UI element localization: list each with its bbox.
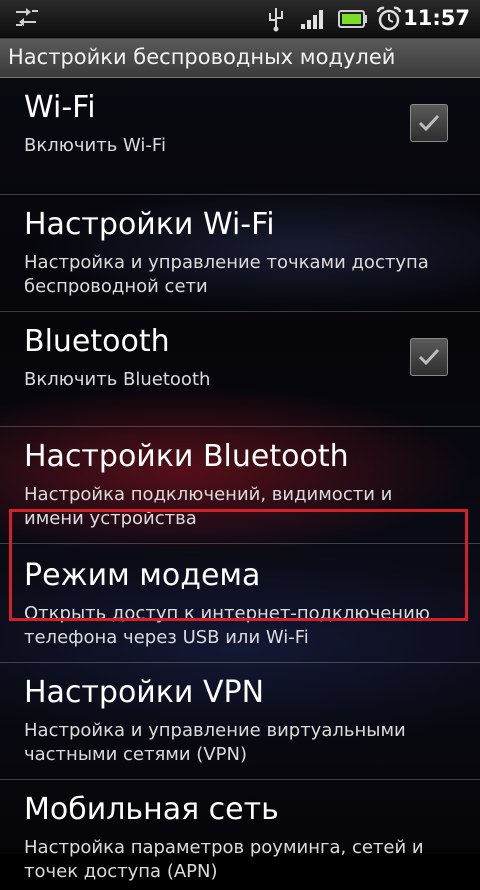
list-item-tethering[interactable]: Режим модема Открыть доступ к интернет-п… xyxy=(0,544,480,663)
usb-connection-icon xyxy=(269,8,283,32)
list-item-title: Bluetooth xyxy=(24,324,170,359)
list-item-title: Мобильная сеть xyxy=(24,792,279,827)
list-item-title: Настройки Bluetooth xyxy=(24,439,349,474)
page-title: Настройки беспроводных модулей xyxy=(8,45,396,69)
alarm-icon xyxy=(376,6,402,31)
signal-icon xyxy=(301,10,323,29)
bluetooth-checkbox-checked-icon[interactable] xyxy=(410,338,448,376)
list-item-title: Настройки Wi-Fi xyxy=(24,207,275,242)
usb-debug-icon xyxy=(16,8,38,26)
title-bar: Настройки беспроводных модулей xyxy=(0,39,480,78)
list-item-subtitle: Открыть доступ к интернет-подключению те… xyxy=(24,603,430,648)
battery-icon xyxy=(338,10,367,28)
list-item-bluetooth[interactable]: Bluetooth Включить Bluetooth xyxy=(0,312,480,427)
list-item-title: Режим модема xyxy=(24,558,261,593)
wifi-checkbox-checked-icon[interactable] xyxy=(410,104,448,142)
list-item-mobile-network[interactable]: Мобильная сеть Настройка параметров роум… xyxy=(0,780,480,890)
status-clock: 11:57 xyxy=(403,6,470,30)
list-item-subtitle: Настройка и управление виртуальными част… xyxy=(24,720,406,765)
list-item-subtitle: Настройка и управление точками доступа б… xyxy=(24,252,429,297)
list-item-subtitle: Включить Wi-Fi xyxy=(24,135,166,156)
list-item-vpn-settings[interactable]: Настройки VPN Настройка и управление вир… xyxy=(0,663,480,780)
status-bar: 11:57 xyxy=(0,0,480,39)
list-item-title: Wi-Fi xyxy=(24,90,96,125)
list-item-subtitle: Включить Bluetooth xyxy=(24,369,211,390)
settings-list: Wi-Fi Включить Wi-Fi Настройки Wi-Fi Нас… xyxy=(0,78,480,890)
list-item-subtitle: Настройка параметров роуминга, сетей и т… xyxy=(24,837,424,882)
list-item-wifi-settings[interactable]: Настройки Wi-Fi Настройка и управление т… xyxy=(0,195,480,312)
list-item-subtitle: Настройка подключений, видимости и имени… xyxy=(24,484,393,529)
list-item-wifi[interactable]: Wi-Fi Включить Wi-Fi xyxy=(0,78,480,195)
list-item-bluetooth-settings[interactable]: Настройки Bluetooth Настройка подключени… xyxy=(0,427,480,544)
list-item-title: Настройки VPN xyxy=(24,675,265,710)
